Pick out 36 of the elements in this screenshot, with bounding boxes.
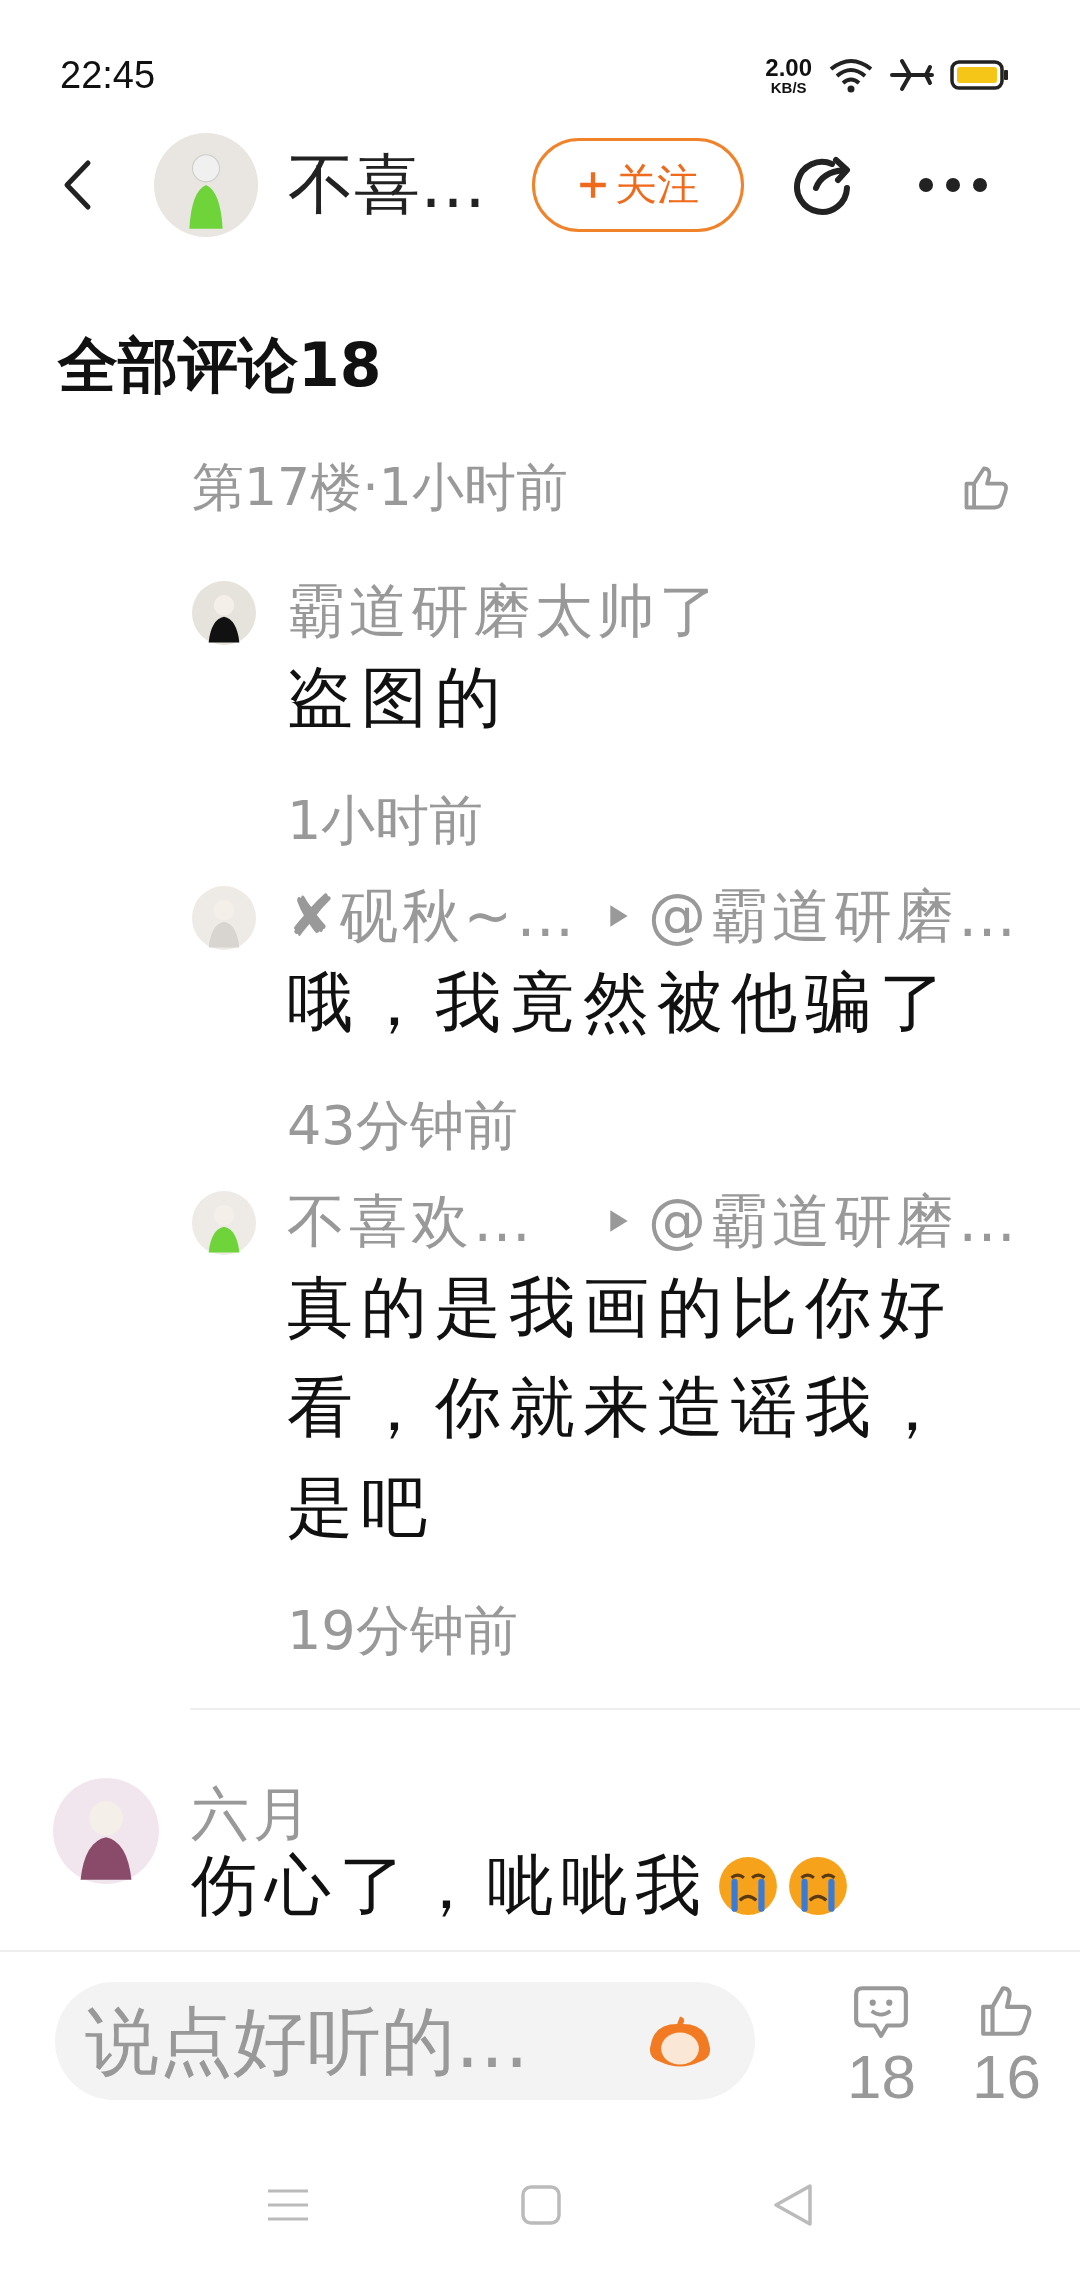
reply-time: 19分钟前 [287,1601,519,1661]
user-name[interactable]: ✘砚秋~… [287,886,590,946]
battery-icon [950,59,1010,91]
reply-arrow-icon [608,1208,630,1234]
like-count: 16 [971,2041,1041,2113]
user-name[interactable]: 六月 [191,1784,1080,1844]
user-name[interactable]: 不喜欢… [287,1191,590,1251]
reply-time: 43分钟前 [287,1096,519,1156]
status-time: 22:45 [60,53,156,97]
reply-text: 盗图的 [287,658,510,738]
follow-button[interactable]: 关注 [532,138,744,232]
back-icon[interactable] [62,159,92,211]
reply-text: 真的是我画的比你好看，你就来造谣我，是吧 [287,1268,954,1548]
user-name[interactable]: 霸道研磨太帅了 [287,581,721,641]
airplane-icon [890,58,934,92]
reply-target[interactable]: @霸道研磨… [648,886,1020,946]
reply-arrow-icon [608,903,630,929]
comment-text: 伤心了，呲呲我 [191,1848,709,1924]
reply-time: 1小时前 [287,791,485,851]
author-name[interactable]: 不喜… [288,140,518,230]
avatar[interactable] [192,581,256,645]
crying-face-icon [787,1855,849,1917]
comments-heading: 全部评论18 [58,329,383,402]
home-icon[interactable] [520,2184,562,2226]
reply-target[interactable]: @霸道研磨… [648,1191,1020,1251]
comment-field[interactable]: 说点好听的… [55,1982,755,2100]
wifi-icon [828,57,874,93]
network-speed-unit: KB/S [770,79,807,95]
plus-icon [577,169,609,201]
reply-text: 哦，我竟然被他骗了 [287,963,954,1043]
avatar[interactable] [53,1778,159,1884]
comment-count: 18 [847,2041,916,2113]
crying-face-icon [717,1855,779,1917]
more-icon[interactable] [918,177,988,193]
network-speed: 2.00 [765,55,812,80]
floor-info: 第17楼·1小时前 [192,456,568,519]
